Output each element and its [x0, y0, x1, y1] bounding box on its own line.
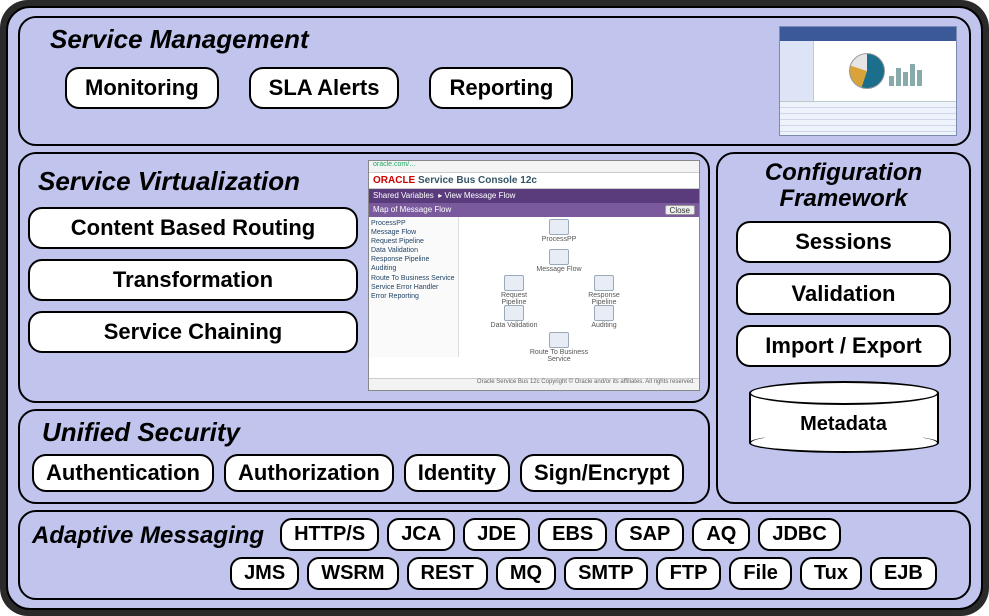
dashboard-thumbnail: [779, 26, 957, 136]
diagram-canvas: Service Management Monitoring SLA Alerts…: [6, 6, 983, 610]
service-virtualization-section: Service Virtualization Content Based Rou…: [18, 152, 710, 403]
metadata-cylinder: Metadata: [749, 381, 939, 453]
console-flow-canvas: ProcessPP Message Flow Request Pipeline …: [459, 217, 699, 357]
pill-ebs: EBS: [538, 518, 607, 551]
pill-ejb: EJB: [870, 557, 937, 590]
pill-service-chaining: Service Chaining: [28, 311, 358, 353]
pill-jde: JDE: [463, 518, 530, 551]
right-column: Configuration Framework Sessions Validat…: [716, 152, 971, 504]
console-brand: ORACLE Service Bus Console 12c: [369, 173, 699, 189]
adaptive-messaging-section: Adaptive Messaging HTTP/S JCA JDE EBS SA…: [18, 510, 971, 600]
left-stack: Service Virtualization Content Based Rou…: [18, 152, 710, 504]
console-map-bar: Map of Message Flow Close: [369, 203, 699, 217]
pill-jdbc: JDBC: [758, 518, 840, 551]
flow-node: Message Flow: [534, 249, 584, 273]
service-virtualization-title: Service Virtualization: [38, 166, 358, 197]
pill-authorization: Authorization: [224, 454, 394, 492]
protocol-row-2: JMS WSRM REST MQ SMTP FTP File Tux EJB: [230, 557, 957, 590]
metadata-label: Metadata: [749, 413, 939, 436]
service-management-body: Service Management Monitoring SLA Alerts…: [20, 18, 779, 144]
pill-identity: Identity: [404, 454, 510, 492]
service-virtualization-body: Service Virtualization Content Based Rou…: [28, 160, 358, 391]
pill-sessions: Sessions: [736, 221, 951, 263]
middle-row: Service Virtualization Content Based Rou…: [18, 152, 971, 504]
pill-sign-encrypt: Sign/Encrypt: [520, 454, 684, 492]
configuration-framework-section: Configuration Framework Sessions Validat…: [716, 152, 971, 504]
flow-node: Response Pipeline: [579, 275, 629, 306]
flow-node: Data Validation: [489, 305, 539, 329]
diagram-frame: Service Management Monitoring SLA Alerts…: [0, 0, 989, 616]
service-bus-console-thumbnail: oracle.com/… ORACLE Service Bus Console …: [368, 160, 700, 391]
pie-chart-icon: [849, 53, 885, 89]
pill-content-based-routing: Content Based Routing: [28, 207, 358, 249]
bar-chart-icon: [889, 56, 922, 86]
console-tree: ProcessPP Message Flow Request Pipeline …: [369, 217, 459, 357]
unified-security-title: Unified Security: [42, 417, 696, 448]
flow-node: Route To Business Service: [529, 332, 589, 363]
unified-security-items: Authentication Authorization Identity Si…: [32, 454, 696, 492]
protocol-row-1: HTTP/S JCA JDE EBS SAP AQ JDBC: [280, 518, 957, 551]
pill-rest: REST: [407, 557, 488, 590]
flow-node: Request Pipeline: [489, 275, 539, 306]
unified-security-section: Unified Security Authentication Authoriz…: [18, 409, 710, 504]
pill-import-export: Import / Export: [736, 325, 951, 367]
pill-sap: SAP: [615, 518, 684, 551]
pill-tux: Tux: [800, 557, 862, 590]
flow-node: ProcessPP: [534, 219, 584, 243]
pill-transformation: Transformation: [28, 259, 358, 301]
pill-file: File: [729, 557, 791, 590]
console-footer: Oracle Service Bus 12c Copyright © Oracl…: [369, 378, 699, 390]
console-close-button: Close: [665, 205, 695, 215]
pill-reporting: Reporting: [429, 67, 573, 109]
pill-jms: JMS: [230, 557, 299, 590]
console-shared-variables-bar: Shared Variables ▸ View Message Flow: [369, 189, 699, 203]
console-url-bar: oracle.com/…: [369, 161, 699, 173]
configuration-framework-title: Configuration Framework: [765, 160, 922, 213]
pill-aq: AQ: [692, 518, 750, 551]
pill-authentication: Authentication: [32, 454, 214, 492]
adaptive-messaging-title: Adaptive Messaging: [32, 522, 264, 550]
console-brand-right: Service Bus Console 12c: [418, 175, 537, 186]
pill-monitoring: Monitoring: [65, 67, 219, 109]
pill-mq: MQ: [496, 557, 556, 590]
pill-https: HTTP/S: [280, 518, 379, 551]
service-management-title: Service Management: [50, 24, 779, 55]
pill-smtp: SMTP: [564, 557, 648, 590]
console-brand-left: ORACLE: [373, 175, 415, 186]
pill-jca: JCA: [387, 518, 455, 551]
flow-node: Auditing: [579, 305, 629, 329]
pill-wsrm: WSRM: [307, 557, 398, 590]
service-management-items: Monitoring SLA Alerts Reporting: [65, 67, 779, 109]
pill-validation: Validation: [736, 273, 951, 315]
pill-ftp: FTP: [656, 557, 722, 590]
pill-sla-alerts: SLA Alerts: [249, 67, 400, 109]
adaptive-messaging-protocols: HTTP/S JCA JDE EBS SAP AQ JDBC JMS WSRM …: [280, 518, 957, 590]
service-management-section: Service Management Monitoring SLA Alerts…: [18, 16, 971, 146]
